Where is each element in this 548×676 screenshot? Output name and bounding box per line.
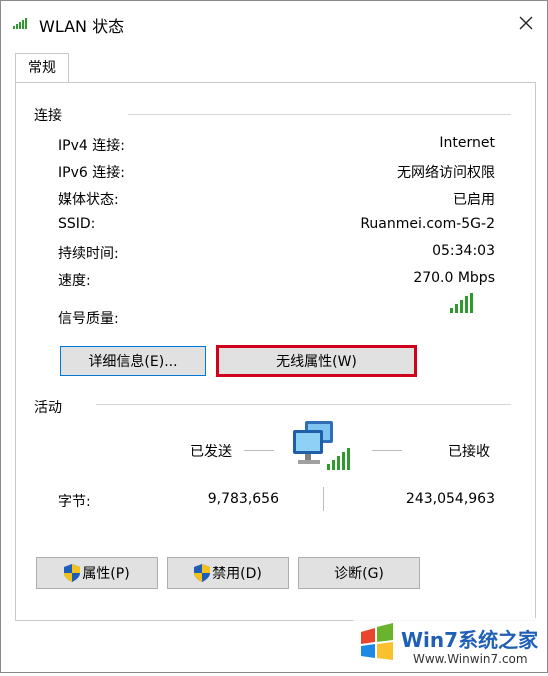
uac-shield-icon	[194, 564, 211, 582]
disable-button[interactable]: 禁用(D)	[167, 557, 289, 589]
activity-section-title: 活动	[34, 400, 62, 416]
bytes-sent-value: 9,783,656	[207, 491, 279, 507]
connection-divider	[128, 114, 511, 115]
speed-value: 270.0 Mbps	[413, 270, 495, 286]
tab-strip: 常规	[15, 53, 533, 84]
ipv6-value: 无网络访问权限	[397, 165, 495, 181]
activity-divider	[96, 404, 511, 405]
duration-label: 持续时间:	[58, 246, 119, 262]
speed-label: 速度:	[58, 273, 91, 289]
uac-shield-icon	[64, 564, 81, 582]
ipv4-value: Internet	[439, 135, 495, 151]
ssid-value: Ruanmei.com-5G-2	[360, 216, 495, 232]
watermark-logo: Win7系统之家 Www.Winwin7.com	[353, 618, 547, 672]
duration-value: 05:34:03	[432, 243, 495, 259]
media-state-label: 媒体状态:	[58, 192, 119, 208]
watermark-url: Www.Winwin7.com	[413, 652, 528, 666]
properties-button[interactable]: 属性(P)	[36, 557, 158, 589]
ipv6-label: IPv6 连接:	[58, 165, 125, 181]
bytes-received-value: 243,054,963	[405, 491, 495, 507]
wlan-status-window: WLAN 状态 常规 连接 IPv4 连接: Internet IPv6 连接:…	[0, 0, 548, 673]
sent-label: 已发送	[190, 444, 232, 460]
ssid-label: SSID:	[58, 216, 96, 232]
watermark-brand: Win7系统之家	[401, 628, 539, 652]
window-title: WLAN 状态	[39, 17, 125, 36]
details-button[interactable]: 详细信息(E)...	[60, 346, 206, 376]
network-computers-icon	[293, 421, 350, 470]
received-line	[372, 450, 402, 451]
diagnose-button[interactable]: 诊断(G)	[298, 557, 420, 589]
signal-quality-label: 信号质量:	[58, 311, 119, 327]
media-state-value: 已启用	[453, 192, 495, 208]
close-icon	[519, 16, 533, 30]
close-button[interactable]	[511, 9, 541, 37]
bytes-divider	[323, 487, 324, 511]
signal-strength-icon	[450, 293, 473, 313]
wlan-signal-icon	[13, 18, 27, 29]
ipv4-label: IPv4 连接:	[58, 138, 125, 154]
connection-section-title: 连接	[34, 108, 62, 124]
disable-button-label: 禁用(D)	[212, 566, 262, 582]
tab-general[interactable]: 常规	[15, 53, 69, 84]
title-bar: WLAN 状态	[1, 1, 547, 45]
received-label: 已接收	[448, 444, 490, 460]
bytes-label: 字节:	[58, 494, 91, 510]
wireless-properties-button[interactable]: 无线属性(W)	[216, 345, 417, 377]
sent-line	[244, 450, 274, 451]
general-panel: 连接 IPv4 连接: Internet IPv6 连接: 无网络访问权限 媒体…	[15, 82, 536, 621]
properties-button-label: 属性(P)	[82, 566, 130, 582]
